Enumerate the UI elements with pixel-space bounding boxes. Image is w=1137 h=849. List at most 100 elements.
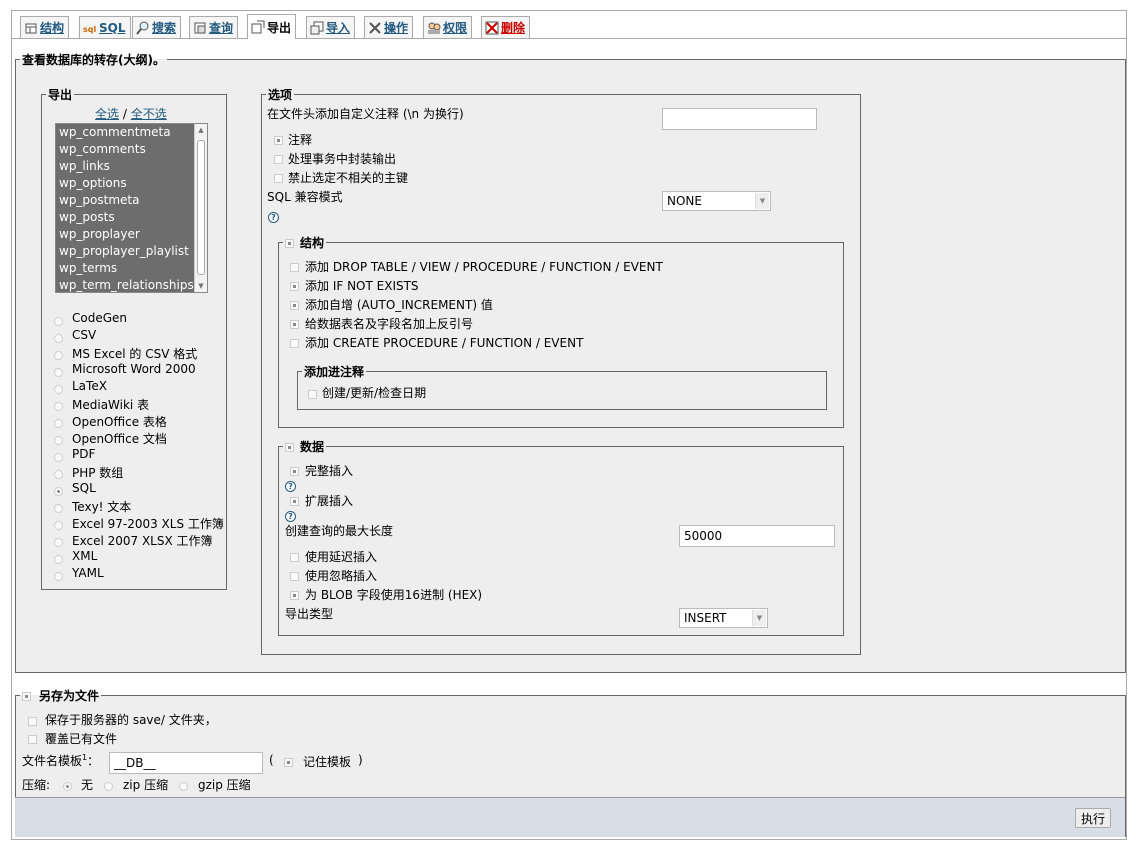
format-radio[interactable] xyxy=(54,453,63,462)
table-item[interactable]: wp_posts xyxy=(56,209,207,226)
complete-inserts-checkbox[interactable] xyxy=(290,467,299,476)
table-item[interactable]: wp_comments xyxy=(56,141,207,158)
format-radio[interactable] xyxy=(54,572,63,581)
structure-legend: 结构 xyxy=(283,234,326,251)
header-comment-input[interactable] xyxy=(662,108,817,130)
go-button[interactable]: 执行 xyxy=(1075,808,1112,828)
format-label: XML xyxy=(72,549,98,563)
compat-select[interactable]: NONE ▼ xyxy=(662,191,771,211)
scroll-down-icon[interactable]: ▼ xyxy=(195,280,207,292)
export-type-value: INSERT xyxy=(684,611,727,625)
scroll-thumb[interactable] xyxy=(197,140,205,275)
save-as-file-checkbox[interactable] xyxy=(22,692,31,701)
format-radio[interactable] xyxy=(54,555,63,564)
delayed-checkbox[interactable] xyxy=(290,553,299,562)
format-radio[interactable] xyxy=(54,317,63,326)
format-radio[interactable] xyxy=(54,436,63,445)
tab-privileges[interactable]: 权限 xyxy=(423,16,473,38)
table-item[interactable]: wp_options xyxy=(56,175,207,192)
compression-none-label: 无 xyxy=(81,778,94,792)
structure-icon xyxy=(24,21,38,35)
format-label: PHP 数组 xyxy=(72,466,124,480)
format-radio[interactable] xyxy=(54,538,63,547)
compression-none-radio[interactable] xyxy=(63,782,72,791)
deselect-all-link[interactable]: 全不选 xyxy=(131,107,167,121)
tab-drop[interactable]: 删除 xyxy=(481,16,531,38)
disable-fk-checkbox[interactable] xyxy=(274,174,283,183)
drop-table-label: 添加 DROP TABLE / VIEW / PROCEDURE / FUNCT… xyxy=(305,260,663,274)
help-icon[interactable]: ? xyxy=(285,511,296,522)
format-label: MS Excel 的 CSV 格式 xyxy=(72,347,198,361)
format-radio[interactable] xyxy=(54,351,63,360)
hex-checkbox[interactable] xyxy=(290,591,299,600)
structure-checkbox[interactable] xyxy=(285,239,294,248)
table-list[interactable]: wp_commentmeta wp_comments wp_links wp_o… xyxy=(55,123,208,293)
format-label: MediaWiki 表 xyxy=(72,398,150,412)
format-radio[interactable] xyxy=(54,487,63,496)
table-item[interactable]: wp_postmeta xyxy=(56,192,207,209)
data-legend-label: 数据 xyxy=(300,440,325,454)
format-radio[interactable] xyxy=(54,368,63,377)
format-label: Microsoft Word 2000 xyxy=(72,362,196,376)
tab-query[interactable]: 查询 xyxy=(189,16,239,38)
format-radio[interactable] xyxy=(54,504,63,513)
compression-zip-radio[interactable] xyxy=(104,782,113,791)
extended-inserts-label: 扩展插入 xyxy=(305,494,354,508)
export-type-label: 导出类型 xyxy=(285,607,334,621)
format-radio[interactable] xyxy=(54,402,63,411)
data-checkbox[interactable] xyxy=(285,443,294,452)
filename-template-input[interactable]: __DB__ xyxy=(109,752,263,774)
format-radio[interactable] xyxy=(54,385,63,394)
format-label: CSV xyxy=(72,328,97,342)
table-item[interactable]: wp_proplayer xyxy=(56,226,207,243)
tab-search[interactable]: 搜索 xyxy=(132,16,182,38)
select-all-link[interactable]: 全选 xyxy=(95,107,119,121)
format-label: OpenOffice 文档 xyxy=(72,432,167,446)
tab-operations[interactable]: 操作 xyxy=(364,16,414,38)
save-on-server-checkbox[interactable] xyxy=(28,717,37,726)
tab-structure[interactable]: 结构 xyxy=(20,16,70,38)
table-list-scrollbar[interactable]: ▲ ▼ xyxy=(194,124,207,292)
format-label: CodeGen xyxy=(72,311,128,325)
create-procedure-checkbox[interactable] xyxy=(290,339,299,348)
export-type-select[interactable]: INSERT ▼ xyxy=(679,608,768,628)
max-query-input[interactable]: 50000 xyxy=(679,525,835,547)
create-procedure-label: 添加 CREATE PROCEDURE / FUNCTION / EVENT xyxy=(305,336,584,350)
table-item[interactable]: wp_terms xyxy=(56,260,207,277)
enclose-transaction-checkbox[interactable] xyxy=(274,155,283,164)
help-icon[interactable]: ? xyxy=(285,481,296,492)
format-radio[interactable] xyxy=(54,521,63,530)
format-radio[interactable] xyxy=(54,470,63,479)
tab-export[interactable]: 导出 xyxy=(247,14,297,39)
format-radio[interactable] xyxy=(54,419,63,428)
scroll-up-icon[interactable]: ▲ xyxy=(195,124,207,136)
delayed-label: 使用延迟插入 xyxy=(305,550,378,564)
extended-inserts-checkbox[interactable] xyxy=(290,497,299,506)
drop-table-checkbox[interactable] xyxy=(290,263,299,272)
if-not-exists-checkbox[interactable] xyxy=(290,282,299,291)
overwrite-checkbox[interactable] xyxy=(28,735,37,744)
data-legend: 数据 xyxy=(283,438,326,455)
table-item[interactable]: wp_term_relationships xyxy=(56,277,207,292)
remember-close-paren: ) xyxy=(358,753,363,767)
chevron-down-icon: ▼ xyxy=(755,193,769,209)
tab-sql[interactable]: sql SQL xyxy=(79,16,131,38)
help-icon[interactable]: ? xyxy=(268,212,279,223)
ignore-checkbox[interactable] xyxy=(290,572,299,581)
backquotes-checkbox[interactable] xyxy=(290,320,299,329)
save-on-server-label: 保存于服务器的 save/ 文件夹， xyxy=(45,713,217,727)
format-radio[interactable] xyxy=(54,334,63,343)
table-item[interactable]: wp_commentmeta xyxy=(56,124,207,141)
comments-checkbox[interactable] xyxy=(274,136,283,145)
compression-gzip-radio[interactable] xyxy=(179,782,188,791)
add-comments-legend: 添加进注释 xyxy=(304,365,365,379)
table-item[interactable]: wp_links xyxy=(56,158,207,175)
table-item[interactable]: wp_proplayer_playlist xyxy=(56,243,207,260)
remember-template-checkbox[interactable] xyxy=(284,758,293,767)
auto-increment-checkbox[interactable] xyxy=(290,301,299,310)
tab-import[interactable]: 导入 xyxy=(306,16,356,38)
svg-text:sql: sql xyxy=(83,25,96,34)
dates-checkbox[interactable] xyxy=(308,390,317,399)
comments-label: 注释 xyxy=(288,133,313,147)
ignore-label: 使用忽略插入 xyxy=(305,569,378,583)
